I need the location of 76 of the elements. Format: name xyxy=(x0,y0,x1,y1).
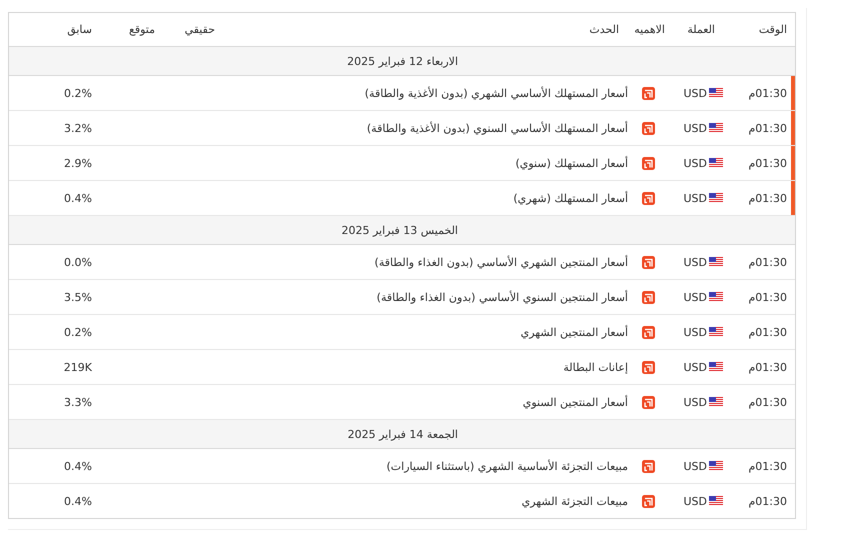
time-cell: 01:30م xyxy=(748,156,787,170)
value-cell: 0.0% xyxy=(64,256,92,268)
time-cell: 01:30م xyxy=(748,326,787,338)
event-cell: أسعار المنتجين الشهري xyxy=(520,326,628,338)
importance-icon xyxy=(642,192,654,204)
us-flag-icon xyxy=(709,193,723,203)
time-cell: 01:30م xyxy=(748,192,787,204)
us-flag-icon xyxy=(709,362,723,372)
us-flag-icon xyxy=(709,88,723,98)
time-cell: 01:30م xyxy=(748,122,787,134)
value-cell: 3.3% xyxy=(64,396,92,408)
us-flag-icon xyxy=(709,158,723,168)
currency-cell: USD xyxy=(683,256,707,268)
column-header: حقيقي xyxy=(184,23,215,36)
time-cell: 01:30م xyxy=(748,494,787,508)
currency-cell: USD xyxy=(683,360,707,374)
importance-icon xyxy=(642,86,654,100)
column-header: متوقع xyxy=(128,23,155,36)
date-label: الخميس 13 فبراير 2025 xyxy=(341,224,458,236)
value-cell: 0.2% xyxy=(64,86,92,100)
us-flag-icon xyxy=(709,257,723,267)
date-label: الاربعاء 12 فبراير 2025 xyxy=(347,54,458,68)
importance-icon xyxy=(642,326,654,338)
importance-icon xyxy=(642,460,654,472)
column-header: سابق xyxy=(67,23,92,36)
currency-cell: USD xyxy=(683,326,707,338)
column-header: العملة xyxy=(687,23,715,36)
value-cell: 2.9% xyxy=(64,156,92,170)
event-cell: أسعار المنتجين السنوي xyxy=(522,396,628,408)
event-cell: أسعار المنتجين الشهري الأساسي (بدون الغذاء والطاقة) xyxy=(374,256,628,268)
time-cell: 01:30م xyxy=(748,256,787,268)
column-header: الوقت xyxy=(758,23,787,36)
event-cell: مبيعات التجزئة الشهري xyxy=(522,494,628,508)
event-cell: أسعار المستهلك الأساسي السنوي (بدون الأغذية والطاقة) xyxy=(366,122,628,134)
us-flag-icon xyxy=(709,292,723,302)
value-cell: 0.2% xyxy=(64,326,92,338)
currency-cell: USD xyxy=(683,86,707,100)
currency-cell: USD xyxy=(683,192,707,204)
date-label: الجمعة 14 فبراير 2025 xyxy=(348,428,458,440)
currency-cell: USD xyxy=(683,396,707,408)
value-cell: 219K xyxy=(64,360,92,374)
us-flag-icon xyxy=(709,327,723,337)
value-cell: 0.4% xyxy=(64,192,92,204)
value-cell: 3.2% xyxy=(64,122,92,134)
time-cell: 01:30م xyxy=(748,360,787,374)
column-header: الاهميه xyxy=(634,23,665,36)
time-cell: 01:30م xyxy=(748,290,787,304)
importance-icon xyxy=(642,156,654,170)
currency-cell: USD xyxy=(683,460,707,472)
us-flag-icon xyxy=(709,461,723,471)
event-cell: أسعار المستهلك الأساسي الشهري (بدون الأغذية والطاقة) xyxy=(364,86,628,100)
event-cell: أسعار المستهلك (سنوي) xyxy=(515,156,628,170)
importance-icon xyxy=(642,396,654,408)
us-flag-icon xyxy=(709,397,723,407)
value-cell: 0.4% xyxy=(64,460,92,472)
importance-icon xyxy=(642,494,654,508)
time-cell: 01:30م xyxy=(748,86,787,100)
importance-icon xyxy=(642,290,654,304)
event-cell: أسعار المنتجين السنوي الأساسي (بدون الغذاء والطاقة) xyxy=(376,290,628,304)
value-cell: 0.4% xyxy=(64,494,92,508)
value-cell: 3.5% xyxy=(64,290,92,304)
event-cell: أسعار المستهلك (شهري) xyxy=(513,192,628,204)
column-header: الحدث xyxy=(589,23,619,36)
currency-cell: USD xyxy=(683,494,707,508)
us-flag-icon xyxy=(709,123,723,133)
currency-cell: USD xyxy=(683,156,707,170)
event-cell: إعانات البطالة xyxy=(563,360,628,374)
currency-cell: USD xyxy=(683,122,707,134)
us-flag-icon xyxy=(709,496,723,506)
importance-icon xyxy=(642,360,654,374)
currency-cell: USD xyxy=(683,290,707,304)
time-cell: 01:30م xyxy=(748,460,787,472)
importance-icon xyxy=(642,122,654,134)
event-cell: مبيعات التجزئة الأساسية الشهري (باستثناء السيارات) xyxy=(386,460,628,472)
importance-icon xyxy=(642,256,654,268)
time-cell: 01:30م xyxy=(748,396,787,408)
